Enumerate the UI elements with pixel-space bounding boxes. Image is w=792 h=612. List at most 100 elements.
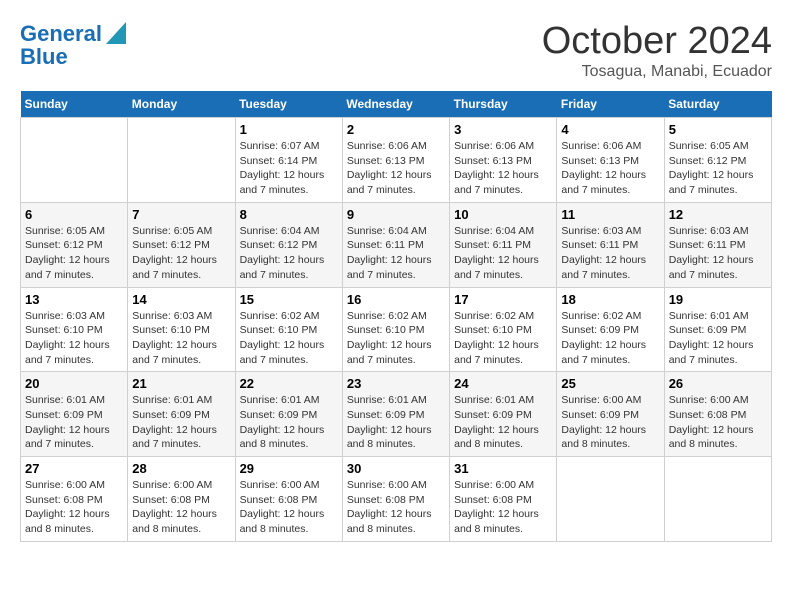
day-info: Sunrise: 6:00 AMSunset: 6:08 PMDaylight:… [347, 478, 445, 537]
day-number: 11 [561, 207, 659, 222]
day-number: 24 [454, 376, 552, 391]
day-info: Sunrise: 6:03 AMSunset: 6:11 PMDaylight:… [561, 224, 659, 283]
day-number: 29 [240, 461, 338, 476]
calendar-week-1: 1 Sunrise: 6:07 AMSunset: 6:14 PMDaylight… [21, 118, 772, 203]
day-info: Sunrise: 6:03 AMSunset: 6:11 PMDaylight:… [669, 224, 767, 283]
day-info: Sunrise: 6:01 AMSunset: 6:09 PMDaylight:… [454, 393, 552, 452]
calendar-cell: 22 Sunrise: 6:01 AMSunset: 6:09 PMDayligh… [235, 372, 342, 457]
day-number: 3 [454, 122, 552, 137]
day-number: 15 [240, 292, 338, 307]
day-info: Sunrise: 6:01 AMSunset: 6:09 PMDaylight:… [132, 393, 230, 452]
day-number: 22 [240, 376, 338, 391]
calendar-cell: 26Sunrise: 6:00 AMSunset: 6:08 PMDayligh… [664, 372, 771, 457]
day-info: Sunrise: 6:05 AMSunset: 6:12 PMDaylight:… [669, 139, 767, 198]
day-info: Sunrise: 6:07 AMSunset: 6:14 PMDaylight:… [240, 139, 338, 198]
day-number: 21 [132, 376, 230, 391]
day-info: Sunrise: 6:00 AMSunset: 6:08 PMDaylight:… [132, 478, 230, 537]
logo-text-line1: General [20, 22, 102, 46]
calendar-cell: 29 Sunrise: 6:00 AMSunset: 6:08 PMDayligh… [235, 457, 342, 542]
calendar-cell: 15 Sunrise: 6:02 AMSunset: 6:10 PMDayligh… [235, 287, 342, 372]
day-number: 9 [347, 207, 445, 222]
calendar-header-monday: Monday [128, 91, 235, 118]
calendar-header-row: SundayMondayTuesdayWednesdayThursdayFrid… [21, 91, 772, 118]
calendar-cell: 9Sunrise: 6:04 AMSunset: 6:11 PMDaylight… [342, 202, 449, 287]
calendar-cell: 16Sunrise: 6:02 AMSunset: 6:10 PMDayligh… [342, 287, 449, 372]
day-info: Sunrise: 6:00 AMSunset: 6:08 PMDaylight:… [669, 393, 767, 452]
calendar-table: SundayMondayTuesdayWednesdayThursdayFrid… [20, 91, 772, 542]
day-number: 14 [132, 292, 230, 307]
day-info: Sunrise: 6:00 AMSunset: 6:08 PMDaylight:… [454, 478, 552, 537]
calendar-cell: 7 Sunrise: 6:05 AMSunset: 6:12 PMDaylight… [128, 202, 235, 287]
logo-icon [106, 22, 126, 44]
calendar-cell: 3Sunrise: 6:06 AMSunset: 6:13 PMDaylight… [450, 118, 557, 203]
calendar-week-2: 6 Sunrise: 6:05 AMSunset: 6:12 PMDaylight… [21, 202, 772, 287]
day-number: 19 [669, 292, 767, 307]
day-number: 6 [25, 207, 123, 222]
day-info: Sunrise: 6:05 AMSunset: 6:12 PMDaylight:… [25, 224, 123, 283]
day-info: Sunrise: 6:06 AMSunset: 6:13 PMDaylight:… [347, 139, 445, 198]
calendar-cell: 23 Sunrise: 6:01 AMSunset: 6:09 PMDayligh… [342, 372, 449, 457]
calendar-header-sunday: Sunday [21, 91, 128, 118]
calendar-week-3: 13 Sunrise: 6:03 AMSunset: 6:10 PMDayligh… [21, 287, 772, 372]
calendar-header-tuesday: Tuesday [235, 91, 342, 118]
day-number: 31 [454, 461, 552, 476]
day-info: Sunrise: 6:02 AMSunset: 6:10 PMDaylight:… [347, 309, 445, 368]
calendar-cell [664, 457, 771, 542]
calendar-cell: 18 Sunrise: 6:02 AMSunset: 6:09 PMDayligh… [557, 287, 664, 372]
day-info: Sunrise: 6:00 AMSunset: 6:09 PMDaylight:… [561, 393, 659, 452]
calendar-cell: 27 Sunrise: 6:00 AMSunset: 6:08 PMDayligh… [21, 457, 128, 542]
calendar-cell: 14 Sunrise: 6:03 AMSunset: 6:10 PMDayligh… [128, 287, 235, 372]
day-number: 17 [454, 292, 552, 307]
month-title: October 2024 [542, 20, 772, 63]
day-info: Sunrise: 6:04 AMSunset: 6:11 PMDaylight:… [454, 224, 552, 283]
calendar-cell: 4Sunrise: 6:06 AMSunset: 6:13 PMDaylight… [557, 118, 664, 203]
day-number: 8 [240, 207, 338, 222]
day-info: Sunrise: 6:01 AMSunset: 6:09 PMDaylight:… [347, 393, 445, 452]
calendar-cell: 8Sunrise: 6:04 AMSunset: 6:12 PMDaylight… [235, 202, 342, 287]
calendar-cell: 5Sunrise: 6:05 AMSunset: 6:12 PMDaylight… [664, 118, 771, 203]
day-number: 23 [347, 376, 445, 391]
calendar-header-friday: Friday [557, 91, 664, 118]
calendar-cell: 17 Sunrise: 6:02 AMSunset: 6:10 PMDayligh… [450, 287, 557, 372]
location: Tosagua, Manabi, Ecuador [542, 63, 772, 81]
day-number: 7 [132, 207, 230, 222]
logo: General Blue [20, 20, 126, 69]
calendar-cell [128, 118, 235, 203]
day-number: 27 [25, 461, 123, 476]
day-info: Sunrise: 6:03 AMSunset: 6:10 PMDaylight:… [132, 309, 230, 368]
calendar-cell: 13Sunrise: 6:03 AMSunset: 6:10 PMDayligh… [21, 287, 128, 372]
day-info: Sunrise: 6:05 AMSunset: 6:12 PMDaylight:… [132, 224, 230, 283]
calendar-cell [557, 457, 664, 542]
day-info: Sunrise: 6:00 AMSunset: 6:08 PMDaylight:… [25, 478, 123, 537]
day-info: Sunrise: 6:00 AMSunset: 6:08 PMDaylight:… [240, 478, 338, 537]
day-number: 12 [669, 207, 767, 222]
page-header: General Blue October 2024 Tosagua, Manab… [20, 20, 772, 81]
calendar-cell: 1 Sunrise: 6:07 AMSunset: 6:14 PMDaylight… [235, 118, 342, 203]
day-info: Sunrise: 6:01 AMSunset: 6:09 PMDaylight:… [669, 309, 767, 368]
calendar-cell: 12 Sunrise: 6:03 AMSunset: 6:11 PMDayligh… [664, 202, 771, 287]
day-info: Sunrise: 6:02 AMSunset: 6:10 PMDaylight:… [240, 309, 338, 368]
calendar-cell: 2 Sunrise: 6:06 AMSunset: 6:13 PMDaylight… [342, 118, 449, 203]
day-number: 18 [561, 292, 659, 307]
calendar-cell: 28Sunrise: 6:00 AMSunset: 6:08 PMDayligh… [128, 457, 235, 542]
calendar-cell: 21 Sunrise: 6:01 AMSunset: 6:09 PMDayligh… [128, 372, 235, 457]
calendar-cell: 20Sunrise: 6:01 AMSunset: 6:09 PMDayligh… [21, 372, 128, 457]
day-number: 2 [347, 122, 445, 137]
calendar-week-5: 27 Sunrise: 6:00 AMSunset: 6:08 PMDayligh… [21, 457, 772, 542]
day-number: 25 [561, 376, 659, 391]
calendar-cell: 25 Sunrise: 6:00 AMSunset: 6:09 PMDayligh… [557, 372, 664, 457]
day-info: Sunrise: 6:01 AMSunset: 6:09 PMDaylight:… [25, 393, 123, 452]
logo-text-line2: Blue [20, 45, 68, 69]
day-info: Sunrise: 6:01 AMSunset: 6:09 PMDaylight:… [240, 393, 338, 452]
calendar-cell: 19 Sunrise: 6:01 AMSunset: 6:09 PMDayligh… [664, 287, 771, 372]
calendar-header-wednesday: Wednesday [342, 91, 449, 118]
day-info: Sunrise: 6:06 AMSunset: 6:13 PMDaylight:… [561, 139, 659, 198]
calendar-cell: 11 Sunrise: 6:03 AMSunset: 6:11 PMDayligh… [557, 202, 664, 287]
calendar-cell: 31 Sunrise: 6:00 AMSunset: 6:08 PMDayligh… [450, 457, 557, 542]
day-number: 10 [454, 207, 552, 222]
day-number: 13 [25, 292, 123, 307]
day-number: 1 [240, 122, 338, 137]
day-info: Sunrise: 6:02 AMSunset: 6:10 PMDaylight:… [454, 309, 552, 368]
calendar-header-saturday: Saturday [664, 91, 771, 118]
day-info: Sunrise: 6:02 AMSunset: 6:09 PMDaylight:… [561, 309, 659, 368]
